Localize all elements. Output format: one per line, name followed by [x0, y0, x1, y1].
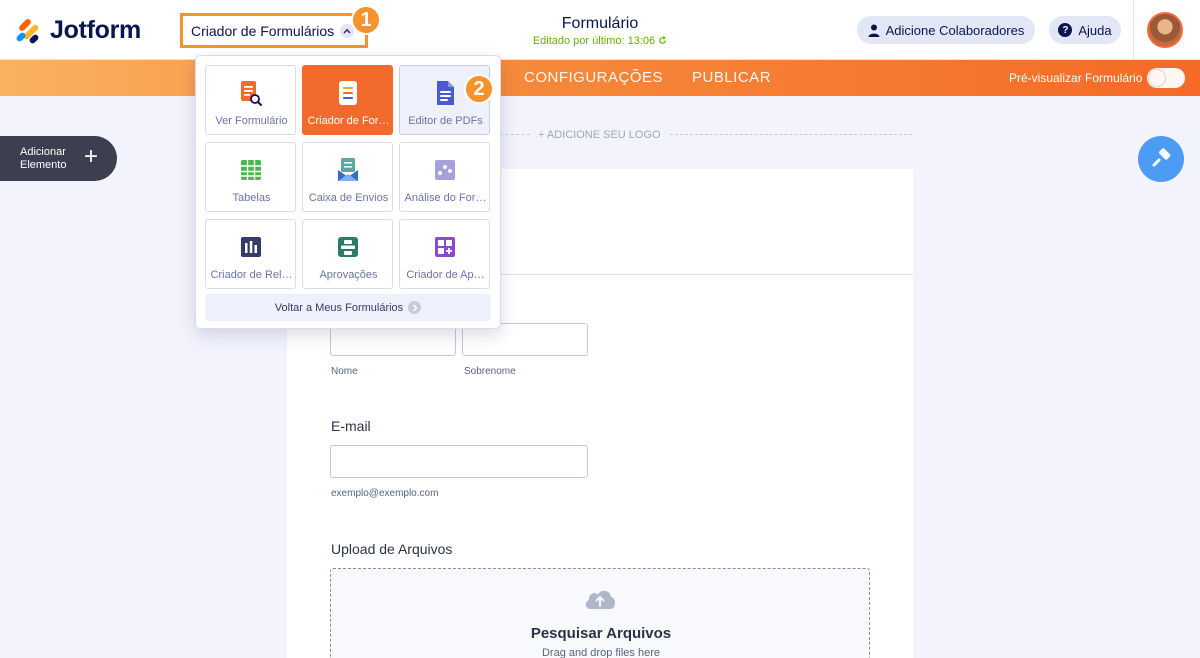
- add-element-button[interactable]: Adicionar Elemento +: [0, 136, 117, 181]
- help-button[interactable]: ? Ajuda: [1049, 16, 1121, 44]
- back-to-my-forms-button[interactable]: Voltar a Meus Formulários: [205, 294, 491, 321]
- approvals-icon: [338, 237, 358, 257]
- tile-app-builder-label: Criador de Ap…: [406, 269, 485, 281]
- toggle-knob: [1149, 70, 1165, 86]
- drag-drop-hint: Drag and drop files here: [541, 647, 660, 658]
- tile-approvals-label: Aprovações: [319, 269, 378, 281]
- tables-icon: [241, 160, 261, 180]
- email-label: E-mail: [331, 418, 371, 434]
- add-collaborators-label: Adicione Colaboradores: [885, 22, 1025, 38]
- tile-pdf-editor-label: Editor de PDFs: [408, 115, 483, 127]
- logo-divider-right: [670, 134, 912, 135]
- tile-form-builder[interactable]: Criador de For…: [302, 65, 393, 135]
- brand-name: Jotform: [50, 16, 141, 44]
- user-avatar[interactable]: [1147, 12, 1183, 48]
- jotform-logo[interactable]: Jotform: [15, 16, 141, 45]
- file-upload-dropzone[interactable]: Pesquisar Arquivos Drag and drop files h…: [330, 568, 870, 658]
- email-input[interactable]: [330, 445, 588, 478]
- tile-report-builder[interactable]: Criador de Rel…: [205, 219, 296, 289]
- builder-selector-dropdown[interactable]: Criador de Formulários: [180, 13, 368, 48]
- last-edited-status: Editado por último: 13:06: [500, 35, 700, 47]
- last-edited-text: Editado por último: 13:06: [532, 35, 656, 47]
- add-logo-link[interactable]: + ADICIONE SEU LOGO: [538, 129, 661, 141]
- form-designer-button[interactable]: [1138, 136, 1184, 182]
- last-name-sublabel: Sobrenome: [464, 366, 516, 377]
- paint-roller-icon: [1152, 148, 1171, 167]
- analytics-icon: [435, 160, 455, 180]
- tab-publish[interactable]: PUBLICAR: [692, 69, 771, 86]
- logo-divider-left: [500, 134, 530, 135]
- browse-files-title: Pesquisar Arquivos: [530, 625, 672, 642]
- back-to-my-forms-label: Voltar a Meus Formulários: [274, 301, 404, 314]
- preview-form-label: Pré-visualizar Formulário: [1009, 71, 1143, 85]
- plus-icon: +: [84, 143, 99, 170]
- step-badge-1: 1: [351, 5, 381, 35]
- cloud-upload-icon: [585, 590, 615, 609]
- form-builder-icon: [339, 81, 357, 105]
- top-header: Jotform Criador de Formulários Formulári…: [0, 0, 1200, 60]
- tab-settings[interactable]: CONFIGURAÇÕES: [524, 69, 663, 86]
- tile-form-analytics-label: Análise do For…: [404, 192, 487, 204]
- tile-form-analytics[interactable]: Análise do For…: [399, 142, 490, 212]
- app-builder-icon: [435, 237, 455, 257]
- chevron-right-icon: [408, 301, 422, 314]
- tile-tables-label: Tabelas: [232, 192, 271, 204]
- builder-switcher-menu: Ver Formulário Criador de For… Editor de…: [195, 55, 501, 329]
- report-builder-icon: [241, 237, 261, 257]
- help-label: Ajuda: [1078, 22, 1112, 38]
- jotform-logo-icon: [15, 17, 42, 45]
- pdf-editor-icon: [437, 81, 454, 105]
- add-element-label: Adicionar Elemento: [20, 146, 67, 171]
- tile-inbox[interactable]: Caixa de Envios: [302, 142, 393, 212]
- builder-selector-label: Criador de Formulários: [191, 22, 335, 39]
- help-icon: ?: [1058, 23, 1073, 37]
- inbox-icon: [338, 158, 358, 181]
- upload-label: Upload de Arquivos: [331, 541, 453, 557]
- tile-form-builder-label: Criador de For…: [307, 115, 390, 127]
- first-name-sublabel: Nome: [331, 366, 358, 377]
- tile-report-builder-label: Criador de Rel…: [210, 269, 293, 281]
- tile-tables[interactable]: Tabelas: [205, 142, 296, 212]
- builder-nav-bar: CONFIGURAÇÕES PUBLICAR Pré-visualizar Fo…: [0, 60, 1200, 96]
- user-icon: [868, 24, 880, 37]
- tile-inbox-label: Caixa de Envios: [308, 192, 389, 204]
- tile-app-builder[interactable]: Criador de Ap…: [399, 219, 490, 289]
- add-collaborators-button[interactable]: Adicione Colaboradores: [857, 16, 1035, 44]
- form-title[interactable]: Formulário: [500, 15, 700, 33]
- step-badge-2: 2: [464, 74, 494, 104]
- preview-toggle[interactable]: [1147, 68, 1185, 88]
- tile-form-view-label: Ver Formulário: [215, 115, 288, 127]
- tile-approvals[interactable]: Aprovações: [302, 219, 393, 289]
- header-divider: [1133, 0, 1134, 60]
- refresh-icon: [659, 36, 666, 44]
- form-view-icon: [241, 81, 262, 106]
- email-sublabel: exemplo@exemplo.com: [331, 488, 439, 499]
- tile-form-view[interactable]: Ver Formulário: [205, 65, 296, 135]
